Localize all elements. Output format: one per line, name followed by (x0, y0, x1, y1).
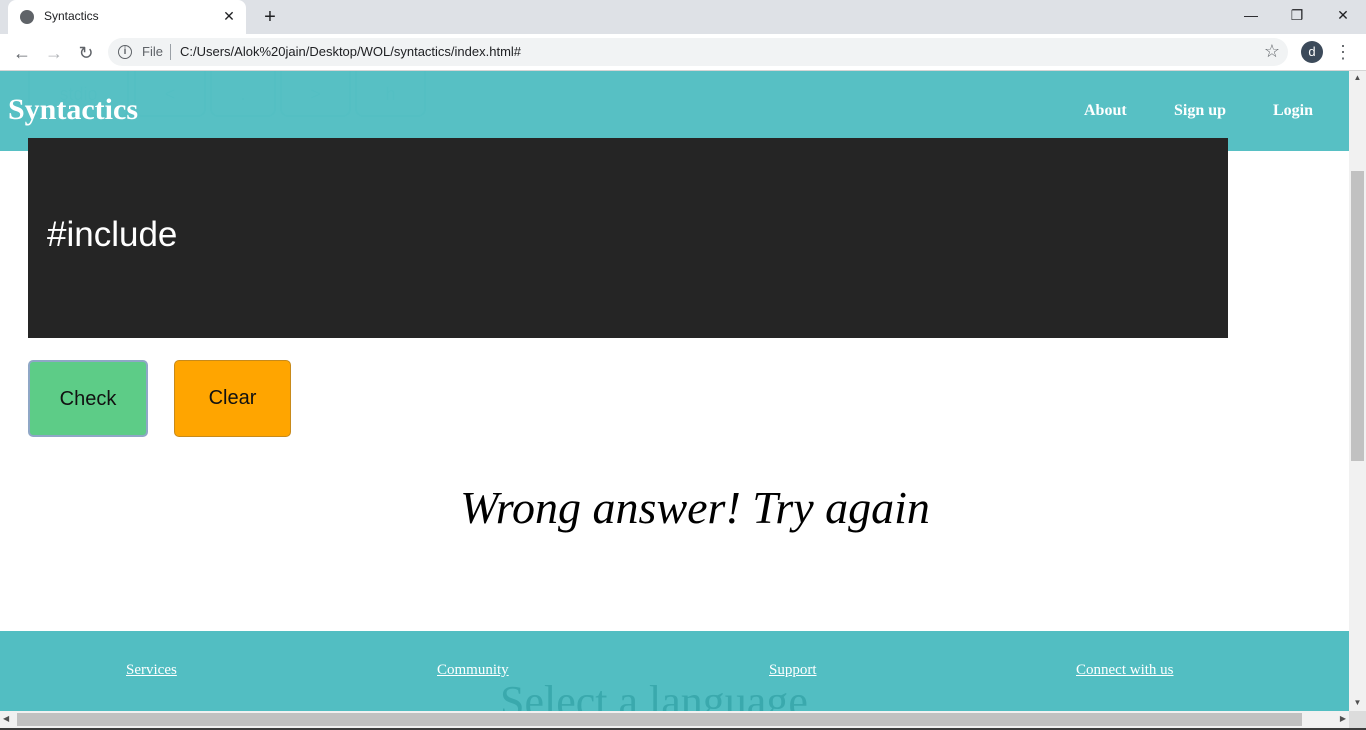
new-tab-button[interactable]: + (258, 5, 282, 29)
check-button[interactable]: Check (28, 360, 148, 437)
window-close-button[interactable]: ✕ (1320, 0, 1366, 30)
horizontal-scroll-thumb[interactable] (17, 713, 1302, 726)
forward-button[interactable]: → (40, 39, 68, 67)
address-separator (170, 44, 171, 60)
scroll-right-icon[interactable]: ▶ (1340, 714, 1346, 723)
bookmark-star-icon[interactable]: ☆ (1264, 41, 1280, 62)
footer-link-services[interactable]: Services (126, 662, 177, 679)
scrollbar-corner (1349, 711, 1366, 728)
address-bar[interactable]: i File C:/Users/Alok%20jain/Desktop/WOL/… (108, 38, 1288, 66)
footer-link-connect[interactable]: Connect with us (1076, 662, 1174, 679)
clear-button[interactable]: Clear (174, 360, 291, 437)
info-icon[interactable]: i (118, 45, 132, 59)
vertical-scrollbar[interactable]: ▲ ▼ (1349, 71, 1366, 711)
profile-avatar[interactable]: d (1301, 41, 1323, 63)
page-viewport: stdio < . > h Syntactics About Sign up L… (0, 71, 1349, 711)
footer-link-community[interactable]: Community (437, 662, 509, 679)
scheme-label: File (142, 44, 163, 59)
site-footer: Services Community Support Connect with … (0, 631, 1349, 711)
scroll-left-icon[interactable]: ◀ (3, 714, 9, 723)
nav-link-login[interactable]: Login (1273, 102, 1313, 120)
browser-menu-icon[interactable]: ⋮ (1334, 40, 1352, 64)
horizontal-scrollbar[interactable]: ◀ ▶ (0, 711, 1349, 728)
url-text[interactable]: C:/Users/Alok%20jain/Desktop/WOL/syntact… (180, 44, 521, 59)
tab-close-icon[interactable]: ✕ (220, 7, 238, 25)
restore-button[interactable]: ❐ (1274, 0, 1320, 30)
vertical-scroll-thumb[interactable] (1351, 171, 1364, 461)
back-button[interactable]: ← (8, 39, 36, 67)
language-heading: Select a language (500, 677, 808, 711)
scroll-up-icon[interactable]: ▲ (1349, 73, 1366, 82)
result-message: Wrong answer! Try again (460, 482, 930, 533)
nav-link-about[interactable]: About (1084, 102, 1127, 120)
tab-title: Syntactics (44, 9, 99, 23)
browser-tab-bar: Syntactics ✕ + — ❐ ✕ (0, 0, 1366, 34)
nav-link-signup[interactable]: Sign up (1174, 102, 1226, 120)
code-text: #include (47, 215, 178, 254)
site-brand[interactable]: Syntactics (8, 93, 138, 127)
browser-tab[interactable]: Syntactics ✕ (8, 0, 246, 34)
code-editor[interactable]: #include (28, 138, 1228, 338)
scroll-down-icon[interactable]: ▼ (1349, 698, 1366, 707)
globe-icon (20, 10, 34, 24)
minimize-button[interactable]: — (1228, 0, 1274, 30)
browser-toolbar: ← → ↻ i File C:/Users/Alok%20jain/Deskto… (0, 34, 1366, 71)
reload-button[interactable]: ↻ (72, 39, 100, 67)
